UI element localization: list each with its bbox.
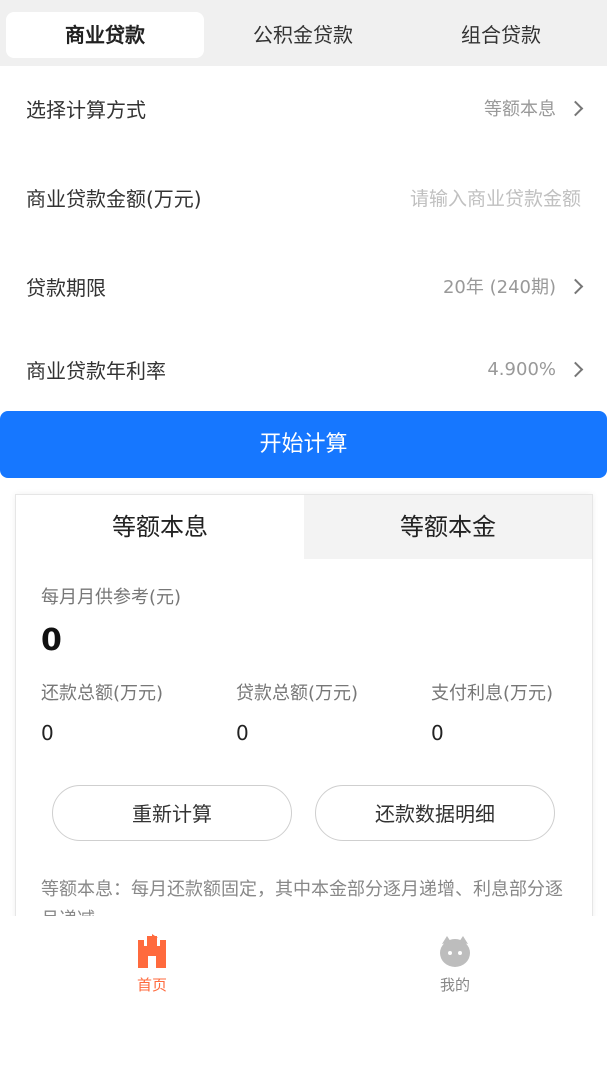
rate-value-text: 4.900% — [487, 358, 556, 380]
stat-label: 还款总额(万元) — [41, 683, 164, 704]
stat-value: 0 — [236, 721, 249, 745]
repayment-detail-button[interactable]: 还款数据明细 — [315, 785, 555, 841]
term-value-text: 20年 (240期) — [442, 277, 556, 298]
stat-total-repayment: 还款总额(万元) 0 — [41, 679, 231, 745]
amount-row: 商业贷款金额(万元) 请输入商业贷款金额 — [0, 167, 607, 227]
method-value-text: 等额本息 — [484, 99, 556, 120]
profile-icon — [439, 934, 471, 968]
loan-type-tabs: 商业贷款 公积金贷款 组合贷款 — [0, 0, 607, 66]
method-label: 选择计算方式 — [26, 97, 146, 122]
term-row[interactable]: 贷款期限 20年 (240期) — [0, 256, 607, 316]
chevron-right-icon — [567, 278, 584, 294]
term-label: 贷款期限 — [26, 275, 106, 300]
method-row[interactable]: 选择计算方式 等额本息 — [0, 78, 607, 138]
rate-label: 商业贷款年利率 — [26, 358, 166, 383]
stat-value: 0 — [431, 721, 444, 745]
amount-input[interactable]: 请输入商业贷款金额 — [410, 184, 581, 211]
monthly-payment-label: 每月月供参考(元) — [41, 587, 182, 608]
term-value: 20年 (240期) — [442, 273, 584, 299]
chevron-right-icon — [567, 361, 584, 377]
castle-icon — [136, 934, 168, 968]
tab-commercial-loan[interactable]: 商业贷款 — [6, 12, 204, 58]
tab-provident-fund-loan[interactable]: 公积金贷款 — [204, 12, 402, 58]
method-value: 等额本息 — [484, 95, 584, 121]
stat-label: 贷款总额(万元) — [236, 683, 359, 704]
tab-combined-loan[interactable]: 组合贷款 — [402, 12, 600, 58]
rate-row[interactable]: 商业贷款年利率 4.900% — [0, 339, 607, 399]
stat-total-loan: 贷款总额(万元) 0 — [236, 679, 426, 745]
stat-value: 0 — [41, 721, 54, 745]
nav-home-label: 首页 — [136, 976, 167, 994]
nav-profile[interactable]: 我的 — [395, 934, 515, 995]
nav-home[interactable]: 首页 — [92, 934, 212, 995]
amount-label: 商业贷款金额(万元) — [26, 186, 202, 211]
repayment-method-tabs: 等额本息 等额本金 — [16, 495, 592, 559]
tab-equal-principal[interactable]: 等额本金 — [304, 495, 592, 559]
bottom-nav: 首页 我的 — [0, 916, 607, 1080]
tab-equal-installment[interactable]: 等额本息 — [16, 495, 304, 559]
result-card: 等额本息 等额本金 每月月供参考(元) 0 还款总额(万元) 0 贷款总额(万元… — [15, 494, 593, 930]
chevron-right-icon — [567, 100, 584, 116]
recalculate-button[interactable]: 重新计算 — [52, 785, 292, 841]
rate-value: 4.900% — [487, 358, 584, 380]
stat-label: 支付利息(万元) — [431, 683, 554, 704]
monthly-payment-value: 0 — [41, 623, 62, 658]
nav-profile-label: 我的 — [439, 976, 470, 994]
start-calculate-button[interactable]: 开始计算 — [0, 411, 607, 478]
stat-interest-paid: 支付利息(万元) 0 — [431, 679, 607, 745]
